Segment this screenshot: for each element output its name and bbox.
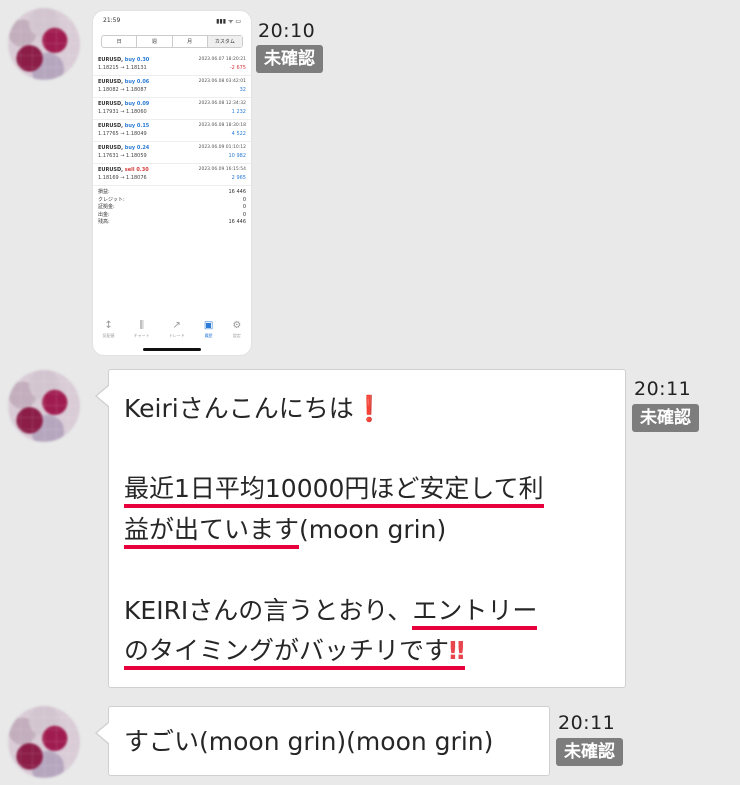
period-tabs: 日 週 月 カスタム [101, 35, 243, 48]
double-exclamation-emoji: ‼ [449, 636, 465, 665]
trade-symbol: EURUSD, [98, 167, 124, 173]
message-line: KEIRIさんの言うとおり、エントリー [124, 596, 538, 630]
phone-status-bar: 21:59 ▮▮▮ ᯤ ▭ [93, 11, 251, 25]
tab-week: 週 [137, 36, 173, 47]
summary-value: 0 [242, 204, 246, 210]
quotes-icon: ↕ [104, 320, 113, 331]
trade-datetime: 2023.06.07 18:20:21 [198, 57, 246, 62]
underlined-text: 最近1日平均10000円ほど安定して利 [124, 474, 544, 508]
trade-datetime: 2023.06.08 03:42:01 [198, 79, 246, 84]
summary-value: 16 446 [228, 189, 247, 195]
message-line: 益が出ています(moon grin) [124, 515, 446, 549]
message-line: Keiriさんこんにちは❗ [124, 394, 385, 423]
unread-badge: 未確認 [256, 45, 323, 73]
underlined-text: のタイミングがバッチリです‼ [124, 636, 465, 670]
gear-icon: ⚙ [232, 320, 242, 331]
summary-label: 損益: [98, 189, 110, 195]
trade-prices: 1.17931 → 1.18060 [98, 109, 147, 115]
app-nav-bar: ↕ 気配値 ⫼ チャート ↗ トレード ▣ 履歴 ⚙ 設定 [93, 320, 251, 339]
message-time: 20:11 [634, 378, 692, 400]
trade-datetime: 2023.06.09 01:10:12 [198, 145, 246, 150]
nav-settings: ⚙ 設定 [232, 320, 242, 338]
trade-prices: 1.17765 → 1.18049 [98, 131, 147, 137]
trade-row: EURUSD, buy 0.06 2023.06.08 03:42:01 1.180… [93, 76, 251, 98]
trade-row: EURUSD, buy 0.24 2023.06.09 01:10:12 1.176… [93, 142, 251, 164]
trade-profit: 10 982 [228, 153, 247, 159]
summary-row: 出金: 0 [98, 212, 246, 220]
underlined-text: エントリー [412, 596, 538, 630]
summary-row: 残高: 16 446 [98, 219, 246, 227]
trade-side: sell 0.30 [124, 167, 149, 173]
summary-label: クレジット: [98, 196, 125, 203]
sender-avatar[interactable] [8, 8, 80, 80]
trade-datetime: 2023.06.09 16:15:54 [198, 167, 246, 172]
summary-row: クレジット: 0 [98, 197, 246, 205]
nav-chart: ⫼ チャート [133, 320, 150, 338]
trade-symbol: EURUSD, [98, 79, 124, 85]
tab-day: 日 [102, 36, 138, 47]
trade-icon: ↗ [172, 320, 181, 331]
trade-datetime: 2023.06.08 18:30:18 [198, 123, 246, 128]
tab-custom: カスタム [207, 36, 242, 47]
trade-profit: 2 965 [231, 175, 246, 181]
nav-quotes: ↕ 気配値 [102, 320, 115, 338]
summary-value: 16 446 [228, 219, 247, 225]
trade-side: buy 0.09 [124, 101, 150, 107]
underlined-text: 益が出ています [124, 515, 300, 549]
unread-badge: 未確認 [556, 738, 623, 766]
trade-symbol: EURUSD, [98, 101, 124, 107]
exclamation-emoji: ❗ [353, 394, 385, 423]
message-time: 20:10 [258, 20, 316, 42]
trade-symbol: EURUSD, [98, 57, 124, 63]
summary-label: 証拠金: [98, 204, 115, 210]
trade-row: EURUSD, buy 0.30 2023.06.07 18:20:21 1.182… [93, 54, 251, 76]
trade-symbol: EURUSD, [98, 145, 124, 151]
sender-avatar[interactable] [8, 370, 80, 442]
trade-prices: 1.18169 → 1.18076 [98, 175, 147, 181]
trade-row: EURUSD, sell 0.30 2023.06.09 16:15:54 1.18… [93, 164, 251, 186]
summary-label: 出金: [98, 211, 110, 218]
summary-value: 0 [242, 196, 246, 203]
trade-side: buy 0.30 [124, 57, 150, 63]
trade-list: EURUSD, buy 0.30 2023.06.07 18:20:21 1.182… [93, 54, 251, 186]
phone-clock: 21:59 [103, 17, 121, 24]
trade-row: EURUSD, buy 0.15 2023.06.08 18:30:18 1.177… [93, 120, 251, 142]
summary-label: 残高: [98, 219, 110, 225]
trade-prices: 1.18215 → 1.18131 [98, 65, 147, 71]
signal-icon: ▮▮▮ ᯤ ▭ [216, 18, 241, 25]
nav-history: ▣ 履歴 [203, 320, 214, 338]
trade-row: EURUSD, buy 0.09 2023.06.08 12:34:32 1.179… [93, 98, 251, 120]
message-text: すごい(moon grin)(moon grin) [124, 727, 494, 756]
trade-profit: -2 675 [229, 65, 246, 71]
trade-prices: 1.18082 → 1.18087 [98, 87, 147, 93]
trade-side: buy 0.15 [124, 123, 150, 129]
message-time: 20:11 [558, 712, 616, 734]
trade-history-screenshot[interactable]: 21:59 ▮▮▮ ᯤ ▭ 日 週 月 カスタム EURUSD, buy 0.3… [92, 10, 252, 356]
summary-value: 0 [242, 211, 246, 218]
message-line: 最近1日平均10000円ほど安定して利 [124, 474, 544, 508]
trade-profit: 4 522 [231, 131, 246, 137]
trade-symbol: EURUSD, [98, 123, 124, 129]
account-summary: 損益: 16 446 クレジット: 0 証拠金: 0 出金: 0 残高: 16 446 [93, 186, 251, 230]
summary-row: 証拠金: 0 [98, 204, 246, 212]
message-bubble[interactable]: すごい(moon grin)(moon grin) [95, 706, 550, 776]
sender-avatar[interactable] [8, 706, 80, 778]
message-line: のタイミングがバッチリです‼ [124, 636, 465, 670]
home-indicator [143, 348, 201, 351]
tab-month: 月 [173, 36, 208, 47]
nav-trade: ↗ トレード [168, 320, 185, 338]
trade-profit: 32 [239, 87, 246, 93]
trade-side: buy 0.06 [124, 79, 150, 85]
trade-side: buy 0.24 [124, 145, 150, 151]
message-bubble[interactable]: Keiriさんこんにちは❗ 最近1日平均10000円ほど安定して利 益が出ていま… [95, 369, 626, 688]
trade-datetime: 2023.06.08 12:34:32 [198, 101, 246, 106]
history-icon: ▣ [203, 320, 214, 331]
trade-profit: 1 232 [231, 109, 246, 115]
trade-prices: 1.17631 → 1.18059 [98, 153, 147, 159]
unread-badge: 未確認 [632, 404, 699, 432]
chart-icon: ⫼ [139, 320, 144, 331]
summary-row: 損益: 16 446 [98, 189, 246, 197]
